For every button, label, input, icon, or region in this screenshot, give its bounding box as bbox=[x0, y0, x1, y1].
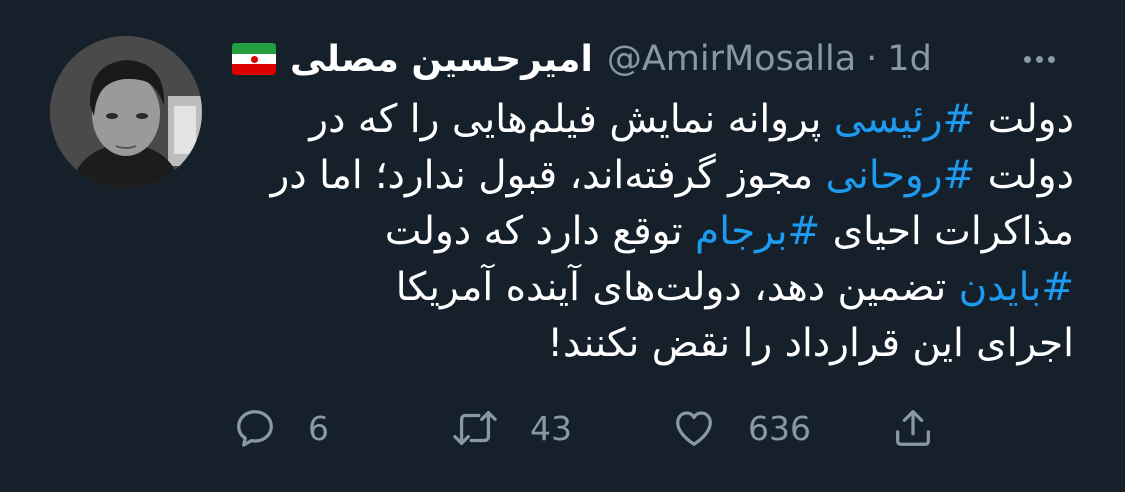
tweet-line: #بایدن تضمین دهد، دولت‌های آینده آمریکا bbox=[232, 260, 1074, 316]
share-button[interactable] bbox=[890, 400, 936, 456]
hashtag-link[interactable]: #روحانی bbox=[826, 153, 976, 198]
reply-button[interactable]: 6 bbox=[232, 400, 329, 456]
retweet-count: 43 bbox=[530, 408, 572, 448]
tweet-line: مذاکرات احیای #برجام توقع دارد که دولت bbox=[232, 204, 1074, 260]
author-handle[interactable]: @AmirMosalla bbox=[607, 39, 856, 79]
tweet-text: دولت #رئیسی پروانه نمایش فیلم‌هایی را که… bbox=[232, 92, 1074, 372]
heart-icon bbox=[670, 405, 718, 451]
hashtag-link[interactable]: #رئیسی bbox=[834, 97, 975, 142]
retweet-button[interactable]: 43 bbox=[450, 400, 572, 456]
tweet-line: دولت #رئیسی پروانه نمایش فیلم‌هایی را که… bbox=[232, 92, 1074, 148]
tweet-text-segment: توقع دارد که دولت bbox=[384, 209, 696, 254]
tweet-text-segment: تضمین دهد، دولت‌های آینده آمریکا bbox=[395, 265, 959, 310]
hashtag-link[interactable]: #برجام bbox=[695, 209, 820, 254]
tweet-text-segment: دولت bbox=[975, 153, 1074, 198]
tweet-timestamp[interactable]: 1d bbox=[887, 39, 932, 79]
separator-dot: · bbox=[866, 39, 878, 79]
author-name[interactable]: امیرحسین مصلی bbox=[290, 39, 593, 80]
tweet-text-segment: مجوز گرفته‌اند، قبول ندارد؛ اما در bbox=[270, 153, 826, 198]
tweet-text-segment: مذاکرات احیای bbox=[820, 209, 1074, 254]
like-button[interactable]: 636 bbox=[670, 400, 811, 456]
tweet-actions: 6 43 636 bbox=[232, 400, 952, 456]
share-icon bbox=[890, 405, 936, 451]
tweet-line: دولت #روحانی مجوز گرفته‌اند، قبول ندارد؛… bbox=[232, 148, 1074, 204]
tweet-text-segment: پروانه نمایش فیلم‌هایی را که در bbox=[309, 97, 834, 142]
reply-count: 6 bbox=[308, 408, 329, 448]
tweet-text-segment: دولت bbox=[975, 97, 1074, 142]
like-count: 636 bbox=[748, 408, 811, 448]
retweet-icon bbox=[450, 405, 500, 451]
more-icon[interactable] bbox=[1019, 44, 1059, 74]
iran-flag-icon bbox=[232, 43, 276, 75]
tweet-header: امیرحسین مصلی @AmirMosalla · 1d bbox=[232, 34, 992, 84]
reply-icon bbox=[232, 405, 278, 451]
hashtag-link[interactable]: #بایدن bbox=[959, 265, 1074, 310]
avatar[interactable] bbox=[50, 36, 202, 188]
tweet-line: اجرای این قرارداد را نقض نکنند! bbox=[232, 316, 1074, 372]
tweet-text-segment: اجرای این قرارداد را نقض نکنند! bbox=[547, 321, 1074, 366]
